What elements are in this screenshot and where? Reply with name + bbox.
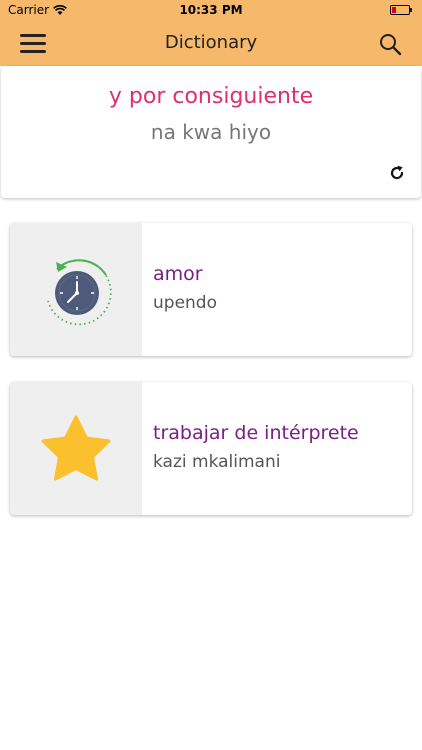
navigation-bar: Dictionary: [0, 22, 422, 66]
refresh-icon: [390, 165, 404, 180]
search-icon: [380, 34, 402, 56]
entry-word: trabajar de intérprete: [153, 422, 359, 444]
entry-translation: kazi mkalimani: [153, 452, 281, 472]
search-button[interactable]: [378, 32, 402, 56]
status-time: 10:33 PM: [179, 3, 243, 17]
page-title: Dictionary: [164, 32, 258, 53]
history-entry-card[interactable]: amor upendo: [10, 223, 412, 356]
translated-phrase: na kwa hiyo: [150, 120, 272, 144]
status-bar: Carrier 10:33 PM: [0, 0, 422, 22]
history-clock-icon: [47, 259, 112, 326]
battery-icon: [390, 5, 412, 15]
entry-translation: upendo: [153, 293, 217, 313]
entry-icon-box: [10, 382, 142, 515]
star-icon: [41, 415, 111, 481]
favorite-entry-card[interactable]: trabajar de intérprete kazi mkalimani: [10, 382, 412, 515]
source-phrase: y por consiguiente: [108, 84, 314, 109]
refresh-button[interactable]: [387, 163, 407, 183]
translation-card: y por consiguiente na kwa hiyo: [1, 66, 421, 198]
entry-word: amor: [153, 263, 203, 285]
battery-level: [392, 7, 396, 13]
entry-icon-box: [10, 223, 142, 356]
